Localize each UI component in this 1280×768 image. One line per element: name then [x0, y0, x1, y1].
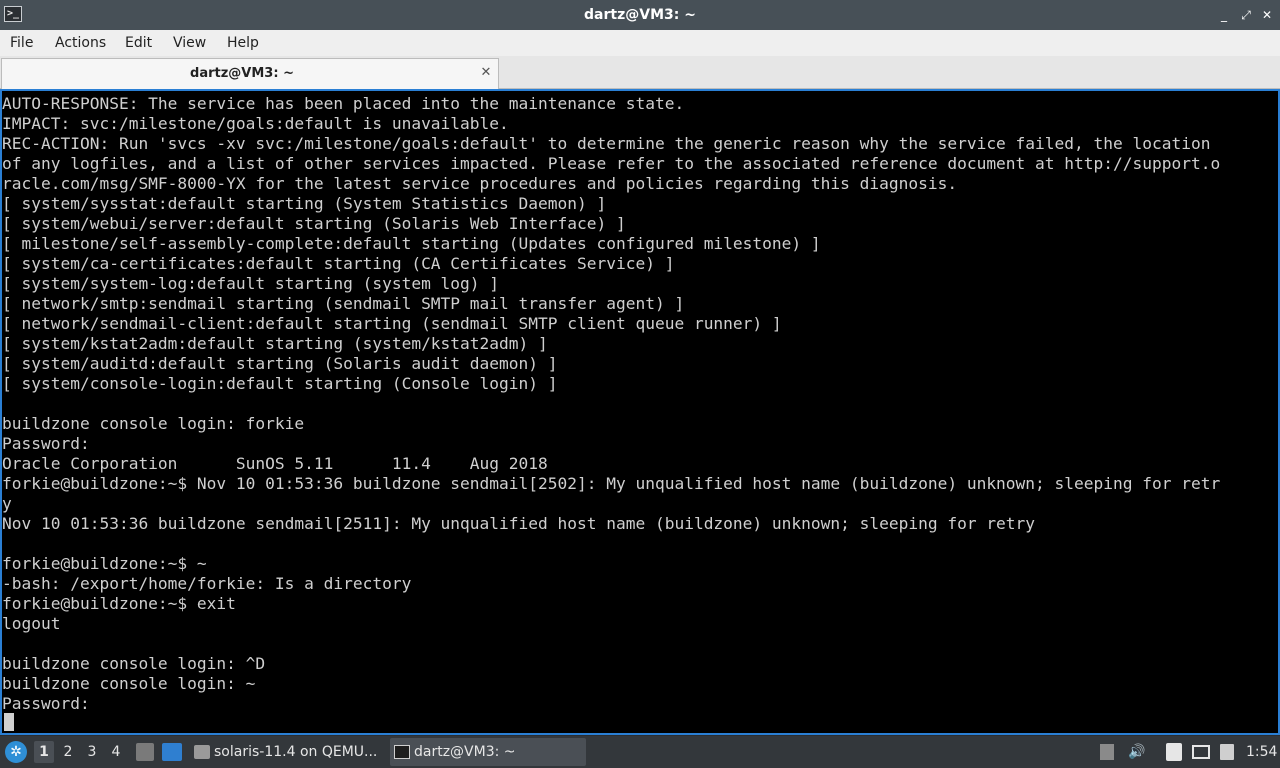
terminal-line: [ network/smtp:sendmail starting (sendma… — [2, 294, 685, 313]
terminal-line: IMPACT: svc:/milestone/goals:default is … — [2, 114, 509, 133]
terminal-line: Password: — [2, 434, 90, 453]
clipboard-icon[interactable] — [1166, 743, 1182, 761]
menu-view[interactable]: View — [173, 30, 206, 56]
terminal-lines: AUTO-RESPONSE: The service has been plac… — [2, 94, 1220, 714]
terminal-line: forkie@buildzone:~$ ~ — [2, 554, 207, 573]
terminal-icon — [394, 745, 410, 759]
terminal-line: buildzone console login: forkie — [2, 414, 305, 433]
terminal-line: forkie@buildzone:~$ exit — [2, 594, 236, 613]
file-manager-icon[interactable] — [136, 743, 154, 761]
terminal-line: buildzone console login: ^D — [2, 654, 266, 673]
display-icon[interactable] — [1192, 745, 1210, 759]
desktop-3-button[interactable]: 3 — [82, 741, 102, 763]
taskbar: ✲ 1 2 3 4 solaris-11.4 on QEMU... dartz@… — [0, 736, 1280, 768]
terminal-line: [ network/sendmail-client:default starti… — [2, 314, 782, 333]
volume-icon[interactable]: 🔊 — [1128, 744, 1145, 760]
menu-file[interactable]: File — [10, 30, 33, 56]
terminal-line: [ system/sysstat:default starting (Syste… — [2, 194, 607, 213]
terminal-line: of any logfiles, and a list of other ser… — [2, 154, 1221, 173]
maximize-button[interactable]: ⤢ — [1238, 7, 1254, 23]
terminal-line: logout — [2, 614, 61, 633]
updates-icon[interactable] — [1100, 744, 1114, 760]
tab-bar: dartz@VM3: ~ ✕ — [0, 56, 1280, 89]
close-window-button[interactable]: ✕ — [1259, 7, 1275, 23]
terminal-line: [ system/ca-certificates:default startin… — [2, 254, 675, 273]
terminal-line: Password: — [2, 694, 90, 713]
tab-terminal[interactable]: dartz@VM3: ~ ✕ — [1, 58, 499, 89]
window-title: dartz@VM3: ~ — [584, 7, 696, 23]
terminal-line: buildzone console login: ~ — [2, 674, 256, 693]
minimize-button[interactable]: _ — [1216, 7, 1232, 23]
menu-actions[interactable]: Actions — [55, 30, 106, 56]
menu-help[interactable]: Help — [227, 30, 259, 56]
terminal-line: [ system/console-login:default starting … — [2, 374, 558, 393]
terminal-cursor — [4, 713, 14, 731]
terminal-line: [ milestone/self-assembly-complete:defau… — [2, 234, 821, 253]
desktop-1-button[interactable]: 1 — [34, 741, 54, 763]
desktop-4-button[interactable]: 4 — [106, 741, 126, 763]
terminal-line: REC-ACTION: Run 'svcs -xv svc:/milestone… — [2, 134, 1211, 153]
terminal-line: [ system/webui/server:default starting (… — [2, 214, 626, 233]
menubar: File Actions Edit View Help — [0, 30, 1280, 57]
terminal-output[interactable]: AUTO-RESPONSE: The service has been plac… — [0, 89, 1280, 735]
terminal-line: y — [2, 494, 12, 513]
terminal-line: [ system/kstat2adm:default starting (sys… — [2, 334, 548, 353]
tab-label: dartz@VM3: ~ — [190, 66, 294, 81]
task-label-virt-manager: solaris-11.4 on QEMU... — [214, 744, 378, 760]
virt-manager-icon — [194, 745, 210, 759]
terminal-line: -bash: /export/home/forkie: Is a directo… — [2, 574, 412, 593]
terminal-line: [ system/system-log:default starting (sy… — [2, 274, 500, 293]
terminal-line: racle.com/msg/SMF-8000-YX for the latest… — [2, 174, 958, 193]
show-desktop-icon[interactable] — [162, 743, 182, 761]
terminal-line: Oracle Corporation SunOS 5.11 11.4 Aug 2… — [2, 454, 548, 473]
task-label-terminal: dartz@VM3: ~ — [414, 744, 516, 760]
tab-close-icon[interactable]: ✕ — [478, 65, 494, 81]
task-terminal[interactable]: dartz@VM3: ~ — [390, 738, 586, 766]
desktop-2-button[interactable]: 2 — [58, 741, 78, 763]
start-menu-icon[interactable]: ✲ — [5, 741, 27, 763]
terminal-line: Nov 10 01:53:36 buildzone sendmail[2511]… — [2, 514, 1036, 533]
menu-edit[interactable]: Edit — [125, 30, 152, 56]
window-titlebar: >_ dartz@VM3: ~ _ ⤢ ✕ — [0, 0, 1280, 30]
terminal-line: AUTO-RESPONSE: The service has been plac… — [2, 94, 685, 113]
clock[interactable]: 1:54 — [1246, 736, 1277, 768]
terminal-line: forkie@buildzone:~$ Nov 10 01:53:36 buil… — [2, 474, 1221, 493]
task-virt-manager[interactable]: solaris-11.4 on QEMU... — [190, 738, 386, 766]
battery-icon — [1220, 744, 1234, 760]
terminal-line: [ system/auditd:default starting (Solari… — [2, 354, 558, 373]
